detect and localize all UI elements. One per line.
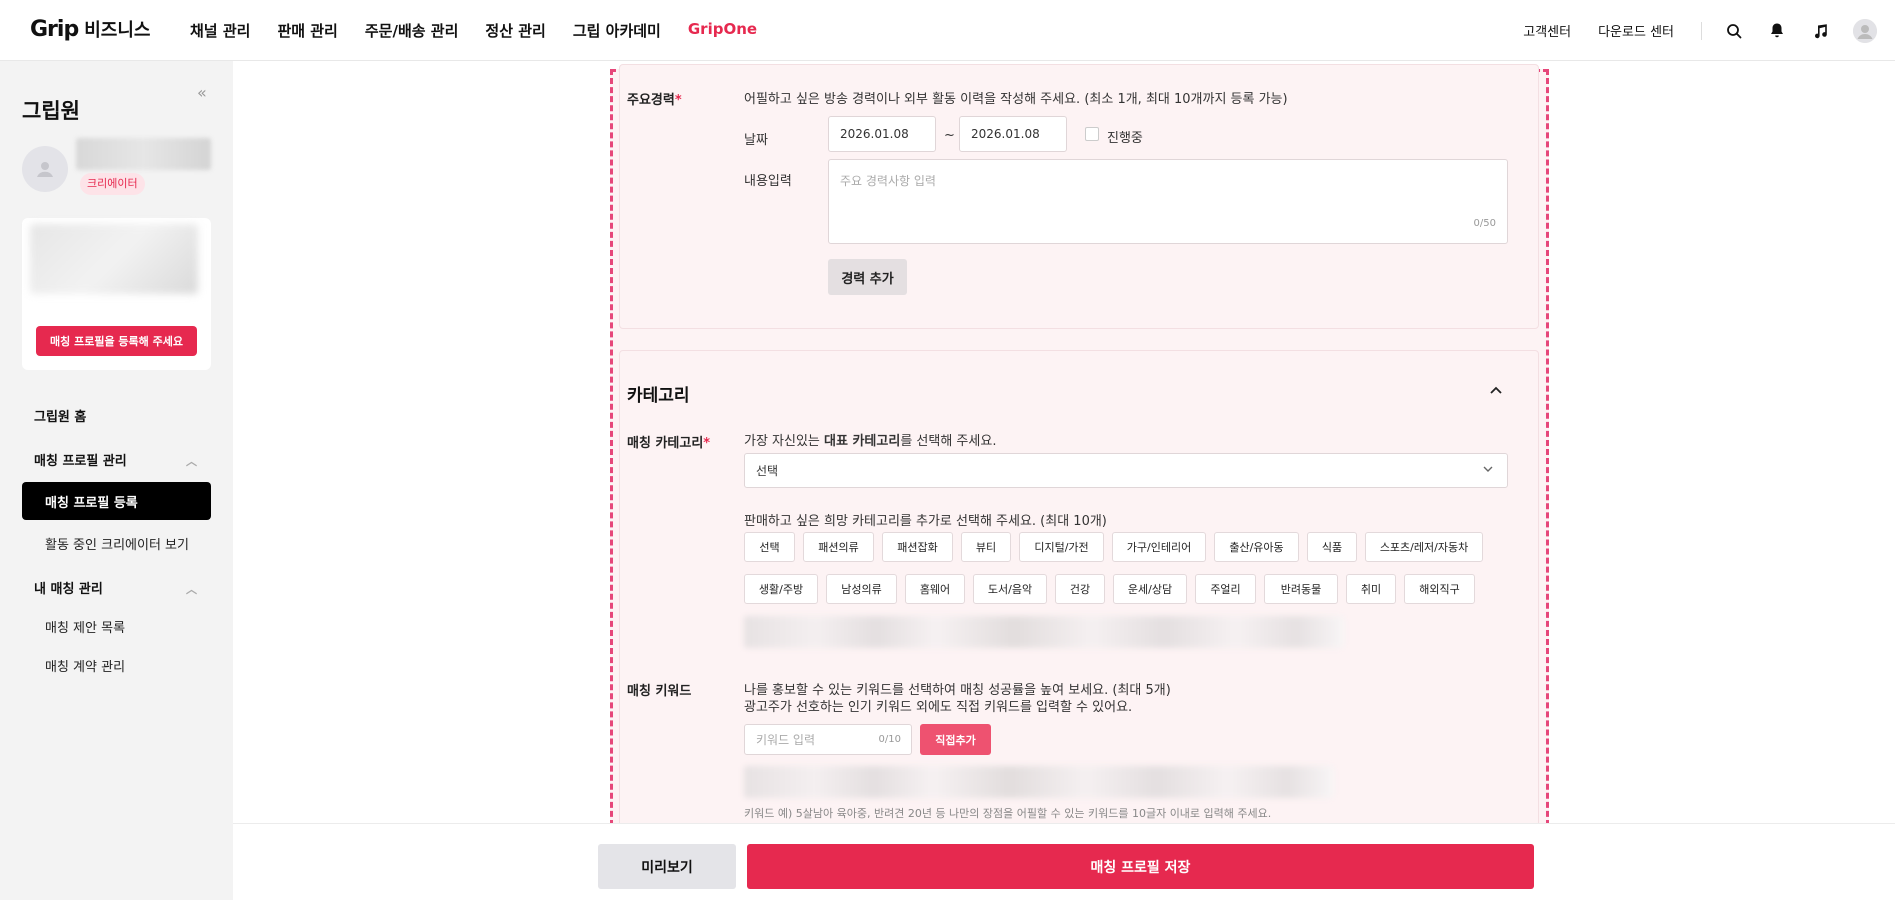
category-chip[interactable]: 해외직구	[1404, 574, 1475, 604]
save-profile-button[interactable]: 매칭 프로필 저장	[747, 844, 1534, 889]
keyword-char-counter: 0/10	[878, 734, 901, 745]
nav-orders[interactable]: 주문/배송 관리	[365, 20, 459, 41]
category-section-title: 카테고리	[627, 386, 690, 406]
creator-badge: 크리에이터	[80, 173, 145, 195]
header-divider	[1701, 21, 1702, 40]
date-range-tilde: ~	[944, 128, 955, 143]
popular-keywords-blurred	[744, 766, 1334, 798]
extra-category-description: 판매하고 싶은 희망 카테고리를 추가로 선택해 주세요. (최대 10개)	[744, 514, 1107, 529]
date-label: 날짜	[744, 133, 768, 148]
search-icon[interactable]	[1724, 21, 1744, 41]
content-label: 내용입력	[744, 174, 792, 189]
ongoing-label: 진행중	[1107, 131, 1143, 146]
logo-brand: Grip	[30, 17, 79, 42]
sidebar-group-profile[interactable]: 매칭 프로필 관리 ︿	[22, 443, 211, 475]
category-chip[interactable]: 패션잡화	[882, 532, 953, 562]
chevron-up-icon: ︿	[186, 455, 197, 468]
chevron-down-icon	[1482, 463, 1494, 478]
profile-form-frame: 주요경력* 어필하고 싶은 방송 경력이나 외부 활동 이력을 작성해 주세요.…	[610, 64, 1549, 835]
profile-avatar	[22, 146, 68, 192]
start-date-field[interactable]: 2026.01.08	[828, 116, 936, 152]
matching-keyword-label: 매칭 키워드	[627, 684, 692, 699]
ongoing-checkbox[interactable]	[1085, 127, 1099, 141]
sidebar: « 그립원 크리에이터 매칭 프로필을 등록해 주세요 그립원 홈 매칭 프로필…	[0, 61, 233, 900]
select-value: 선택	[756, 464, 779, 478]
textarea-placeholder: 주요 경력사항 입력	[840, 174, 936, 188]
category-chip[interactable]: 홈웨어	[905, 574, 965, 604]
music-icon[interactable]	[1810, 21, 1830, 41]
preview-button[interactable]: 미리보기	[598, 844, 736, 889]
sidebar-group-label: 매칭 프로필 관리	[34, 453, 127, 469]
nav-gripone[interactable]: GripOne	[688, 20, 757, 41]
category-chip[interactable]: 도서/음악	[973, 574, 1047, 604]
header-utilities: 고객센터 다운로드 센터	[1523, 0, 1895, 61]
category-chip[interactable]: 취미	[1346, 574, 1396, 604]
category-chip[interactable]: 남성의류	[826, 574, 897, 604]
register-profile-button[interactable]: 매칭 프로필을 등록해 주세요	[36, 326, 197, 356]
logo-suffix: 비즈니스	[84, 20, 151, 41]
sidebar-group-label: 내 매칭 관리	[34, 581, 103, 597]
category-chip[interactable]: 운세/상담	[1113, 574, 1187, 604]
profile-name-blurred	[76, 138, 211, 170]
sidebar-item-home[interactable]: 그립원 홈	[22, 399, 211, 431]
sidebar-item-active-creators[interactable]: 활동 중인 크리에이터 보기	[22, 527, 211, 559]
category-chip[interactable]: 반려동물	[1264, 574, 1338, 604]
logo[interactable]: Grip 비즈니스	[30, 16, 150, 42]
sidebar-item-contracts[interactable]: 매칭 계약 관리	[22, 649, 211, 681]
keyword-hint: 키워드 예) 5살남아 육아중, 반려견 20년 등 나만의 장점을 어필할 수…	[744, 807, 1272, 820]
download-center-link[interactable]: 다운로드 센터	[1598, 21, 1674, 40]
category-chip[interactable]: 주얼리	[1195, 574, 1256, 604]
category-chip[interactable]: 패션의류	[803, 532, 874, 562]
keyword-description-2: 광고주가 선호하는 인기 키워드 외에도 직접 키워드를 입력할 수 있어요.	[744, 700, 1133, 715]
career-description: 어필하고 싶은 방송 경력이나 외부 활동 이력을 작성해 주세요. (최소 1…	[744, 92, 1288, 107]
nav-sales[interactable]: 판매 관리	[277, 20, 337, 41]
customer-center-link[interactable]: 고객센터	[1523, 21, 1571, 40]
category-chip[interactable]: 선택	[744, 532, 795, 562]
nav-academy[interactable]: 그립 아카데미	[573, 20, 661, 41]
career-content-textarea[interactable]: 주요 경력사항 입력 0/50	[828, 159, 1508, 244]
category-chip[interactable]: 건강	[1055, 574, 1105, 604]
category-chip[interactable]: 디지털/가전	[1019, 532, 1104, 562]
sidebar-item-proposals[interactable]: 매칭 제안 목록	[22, 610, 211, 642]
char-counter: 0/50	[1473, 218, 1496, 229]
sidebar-item-profile-register[interactable]: 매칭 프로필 등록	[22, 482, 211, 520]
category-chip[interactable]: 생활/주방	[744, 574, 818, 604]
sidebar-menu: 그립원 홈 매칭 프로필 관리 ︿ 매칭 프로필 등록 활동 중인 크리에이터 …	[22, 399, 211, 681]
matching-category-select[interactable]: 선택	[744, 453, 1508, 488]
bell-icon[interactable]	[1767, 21, 1787, 41]
category-chip[interactable]: 스포츠/레저/자동차	[1365, 532, 1483, 562]
chevron-up-icon[interactable]	[1489, 384, 1503, 399]
matching-category-label: 매칭 카테고리*	[627, 436, 711, 451]
category-chip[interactable]: 식품	[1307, 532, 1357, 562]
category-chip[interactable]: 가구/인테리어	[1112, 532, 1206, 562]
sidebar-title: 그립원	[22, 99, 80, 123]
profile-card: 매칭 프로필을 등록해 주세요	[22, 218, 211, 370]
avatar[interactable]	[1853, 18, 1877, 43]
end-date-field[interactable]: 2026.01.08	[959, 116, 1067, 152]
category-chip[interactable]: 출산/유아동	[1214, 532, 1299, 562]
matching-category-description: 가장 자신있는 대표 카테고리를 선택해 주세요.	[744, 434, 997, 449]
career-label: 주요경력*	[627, 93, 682, 108]
profile-card-blurred	[30, 224, 198, 294]
add-career-button[interactable]: 경력 추가	[828, 259, 907, 295]
add-keyword-button[interactable]: 직접추가	[920, 724, 991, 755]
sidebar-group-my-matching[interactable]: 내 매칭 관리 ︿	[22, 571, 211, 603]
category-chip[interactable]: 뷰티	[961, 532, 1011, 562]
keyword-input-placeholder: 키워드 입력	[756, 733, 816, 747]
nav-settlement[interactable]: 정산 관리	[485, 20, 545, 41]
main-nav: 채널 관리 판매 관리 주문/배송 관리 정산 관리 그립 아카데미 GripO…	[190, 20, 784, 41]
chevron-up-icon: ︿	[186, 583, 197, 596]
top-header: Grip 비즈니스 채널 관리 판매 관리 주문/배송 관리 정산 관리 그립 …	[0, 0, 1895, 61]
keyword-input[interactable]: 키워드 입력 0/10	[744, 724, 912, 755]
collapse-sidebar-icon[interactable]: «	[197, 83, 207, 102]
nav-channel[interactable]: 채널 관리	[190, 20, 250, 41]
selected-categories-blurred	[744, 616, 1344, 648]
